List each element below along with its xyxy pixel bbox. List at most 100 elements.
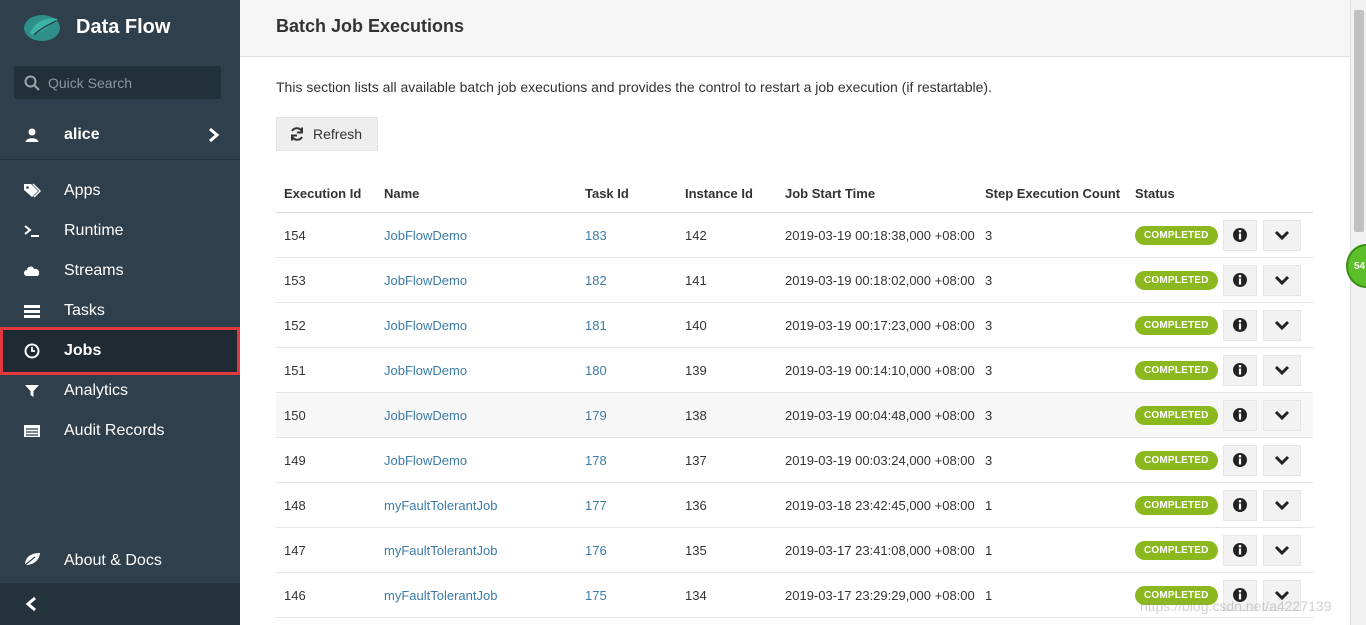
step-count-cell: 3 bbox=[985, 227, 993, 243]
header-step-execution-count[interactable]: Step Execution Count bbox=[977, 186, 1127, 201]
chevron-down-icon bbox=[1274, 410, 1290, 421]
sidebar-collapse-button[interactable] bbox=[0, 583, 240, 625]
page-scrollbar[interactable] bbox=[1350, 0, 1366, 625]
leaf-icon bbox=[23, 551, 41, 572]
sidebar-item-label: Streams bbox=[64, 262, 124, 279]
job-name-link[interactable]: JobFlowDemo bbox=[384, 408, 467, 423]
table-header: Execution Id Name Task Id Instance Id Jo… bbox=[276, 175, 1313, 213]
page-header: Batch Job Executions bbox=[240, 0, 1350, 57]
instance-id-cell: 139 bbox=[685, 362, 707, 378]
details-button[interactable] bbox=[1223, 354, 1257, 386]
info-icon bbox=[1233, 498, 1247, 512]
task-id-link[interactable]: 176 bbox=[585, 543, 607, 558]
execution-id-cell: 146 bbox=[284, 587, 306, 603]
task-id-link[interactable]: 181 bbox=[585, 318, 607, 333]
clock-icon bbox=[23, 343, 41, 359]
sidebar-item-label: Analytics bbox=[64, 382, 129, 399]
row-actions-dropdown[interactable] bbox=[1263, 399, 1301, 431]
status-badge: COMPLETED bbox=[1135, 315, 1218, 335]
info-icon bbox=[1233, 363, 1247, 377]
step-count-cell: 3 bbox=[985, 362, 993, 378]
task-id-link[interactable]: 182 bbox=[585, 273, 607, 288]
details-button[interactable] bbox=[1223, 264, 1257, 296]
step-count-cell: 3 bbox=[985, 272, 993, 288]
task-id-link[interactable]: 175 bbox=[585, 588, 607, 603]
user-menu[interactable]: alice bbox=[0, 110, 240, 160]
header-task-id[interactable]: Task Id bbox=[577, 186, 677, 201]
page-description: This section lists all available batch j… bbox=[276, 79, 992, 95]
status-badge: COMPLETED bbox=[1135, 270, 1218, 290]
header-instance-id[interactable]: Instance Id bbox=[677, 186, 777, 201]
task-id-link[interactable]: 177 bbox=[585, 498, 607, 513]
task-id-link[interactable]: 179 bbox=[585, 408, 607, 423]
header-status[interactable]: Status bbox=[1127, 186, 1223, 201]
chevron-left-icon bbox=[25, 596, 36, 612]
task-id-link[interactable]: 178 bbox=[585, 453, 607, 468]
sidebar: Data Flow alice Apps Runtime bbox=[0, 0, 240, 625]
execution-id-cell: 150 bbox=[284, 407, 306, 423]
header-execution-id[interactable]: Execution Id bbox=[276, 186, 376, 201]
sidebar-item-label: Runtime bbox=[64, 222, 124, 239]
job-name-link[interactable]: myFaultTolerantJob bbox=[384, 588, 497, 603]
step-count-cell: 3 bbox=[985, 452, 993, 468]
job-name-link[interactable]: JobFlowDemo bbox=[384, 228, 467, 243]
sidebar-item-apps[interactable]: Apps bbox=[0, 171, 240, 211]
floating-badge[interactable]: 54 bbox=[1346, 244, 1366, 288]
row-actions-dropdown[interactable] bbox=[1263, 219, 1301, 251]
sidebar-item-jobs[interactable]: Jobs bbox=[0, 327, 240, 375]
status-badge: COMPLETED bbox=[1135, 360, 1218, 380]
details-button[interactable] bbox=[1223, 399, 1257, 431]
row-actions-dropdown[interactable] bbox=[1263, 264, 1301, 296]
row-actions-dropdown[interactable] bbox=[1263, 309, 1301, 341]
search-input[interactable] bbox=[48, 74, 208, 91]
header-job-start-time[interactable]: Job Start Time bbox=[777, 186, 977, 201]
details-button[interactable] bbox=[1223, 489, 1257, 521]
sidebar-item-tasks[interactable]: Tasks bbox=[0, 291, 240, 331]
chevron-right-icon[interactable] bbox=[208, 127, 220, 143]
info-icon bbox=[1233, 453, 1247, 467]
sidebar-item-analytics[interactable]: Analytics bbox=[0, 371, 240, 411]
job-start-time-cell: 2019-03-19 00:14:10,000 +08:00 bbox=[785, 362, 975, 378]
sidebar-item-about-docs[interactable]: About & Docs bbox=[0, 541, 240, 581]
table-row: 148 myFaultTolerantJob 177 136 2019-03-1… bbox=[276, 483, 1313, 528]
task-id-link[interactable]: 180 bbox=[585, 363, 607, 378]
job-name-link[interactable]: JobFlowDemo bbox=[384, 273, 467, 288]
row-actions-dropdown[interactable] bbox=[1263, 534, 1301, 566]
chevron-down-icon bbox=[1274, 455, 1290, 466]
row-actions-dropdown[interactable] bbox=[1263, 489, 1301, 521]
step-count-cell: 3 bbox=[985, 317, 993, 333]
table-row: 151 JobFlowDemo 180 139 2019-03-19 00:14… bbox=[276, 348, 1313, 393]
execution-id-cell: 151 bbox=[284, 362, 306, 378]
execution-id-cell: 152 bbox=[284, 317, 306, 333]
instance-id-cell: 138 bbox=[685, 407, 707, 423]
instance-id-cell: 140 bbox=[685, 317, 707, 333]
sidebar-item-audit-records[interactable]: Audit Records bbox=[0, 411, 240, 451]
table-row: 152 JobFlowDemo 181 140 2019-03-19 00:17… bbox=[276, 303, 1313, 348]
header-name[interactable]: Name bbox=[376, 186, 577, 201]
sidebar-item-runtime[interactable]: Runtime bbox=[0, 211, 240, 251]
job-name-link[interactable]: JobFlowDemo bbox=[384, 363, 467, 378]
brand[interactable]: Data Flow bbox=[22, 10, 170, 44]
user-name: alice bbox=[64, 125, 100, 143]
job-name-link[interactable]: myFaultTolerantJob bbox=[384, 498, 497, 513]
refresh-button[interactable]: Refresh bbox=[276, 117, 378, 151]
quick-search bbox=[14, 66, 221, 99]
task-id-link[interactable]: 183 bbox=[585, 228, 607, 243]
job-name-link[interactable]: JobFlowDemo bbox=[384, 453, 467, 468]
job-start-time-cell: 2019-03-17 23:29:29,000 +08:00 bbox=[785, 587, 975, 603]
instance-id-cell: 141 bbox=[685, 272, 707, 288]
sidebar-item-streams[interactable]: Streams bbox=[0, 251, 240, 291]
job-name-link[interactable]: JobFlowDemo bbox=[384, 318, 467, 333]
scrollbar-thumb[interactable] bbox=[1354, 10, 1364, 232]
job-name-link[interactable]: myFaultTolerantJob bbox=[384, 543, 497, 558]
details-button[interactable] bbox=[1223, 219, 1257, 251]
details-button[interactable] bbox=[1223, 534, 1257, 566]
details-button[interactable] bbox=[1223, 444, 1257, 476]
sidebar-item-label: Audit Records bbox=[64, 422, 165, 439]
details-button[interactable] bbox=[1223, 309, 1257, 341]
row-actions-dropdown[interactable] bbox=[1263, 354, 1301, 386]
job-start-time-cell: 2019-03-17 23:41:08,000 +08:00 bbox=[785, 542, 975, 558]
row-actions-dropdown[interactable] bbox=[1263, 444, 1301, 476]
status-badge: COMPLETED bbox=[1135, 495, 1218, 515]
table-row: 154 JobFlowDemo 183 142 2019-03-19 00:18… bbox=[276, 213, 1313, 258]
